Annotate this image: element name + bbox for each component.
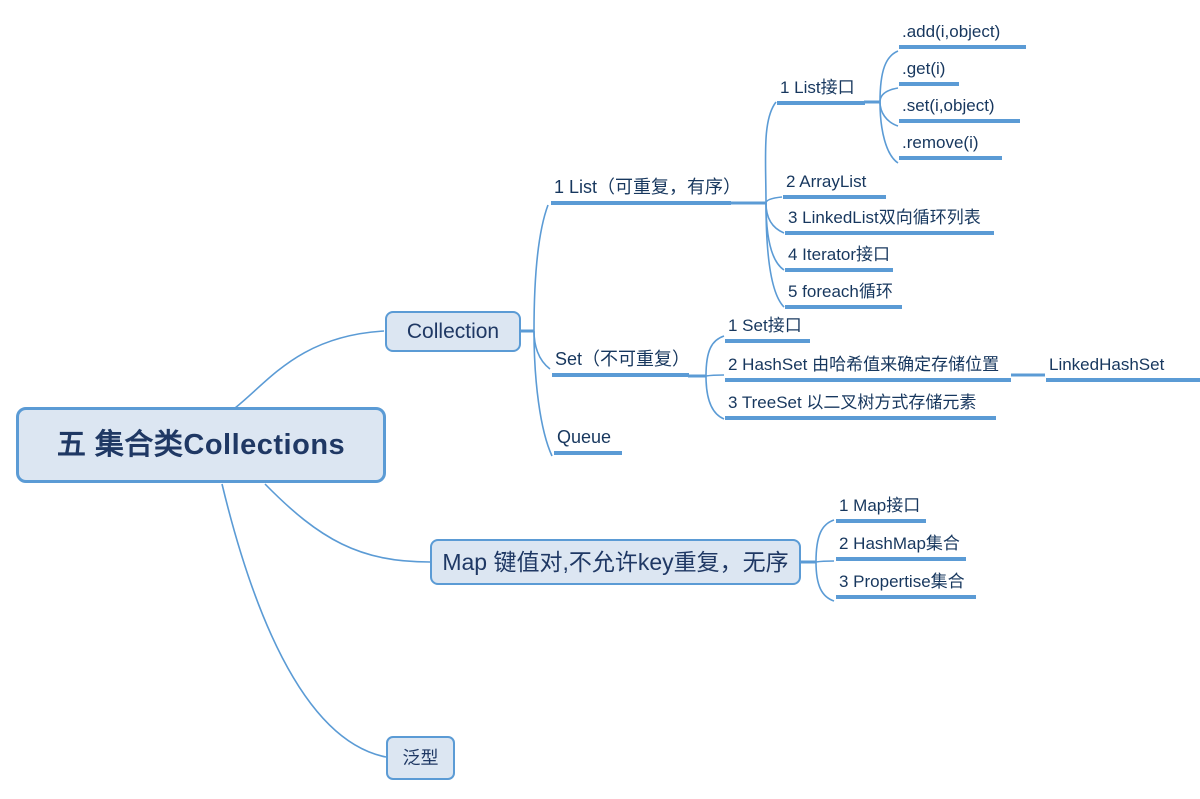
- node-generics-label: 泛型: [402, 748, 439, 768]
- node-set-interface[interactable]: 1 Set接口: [725, 317, 810, 343]
- node-foreach[interactable]: 5 foreach循环: [785, 283, 902, 309]
- node-method-remove[interactable]: .remove(i): [899, 134, 1002, 160]
- node-list[interactable]: 1 List（可重复，有序）: [551, 178, 741, 205]
- node-iterator[interactable]: 4 Iterator接口: [785, 246, 893, 272]
- link-list-interface: [764, 101, 777, 204]
- link-collection-set: [533, 330, 551, 370]
- node-generics[interactable]: 泛型: [386, 736, 455, 780]
- node-hashmap[interactable]: 2 HashMap集合: [836, 535, 966, 561]
- link-method-remove: [879, 101, 899, 164]
- link-map-hashmap: [815, 560, 835, 563]
- link-list-foreach: [765, 202, 785, 308]
- link-collection-queue: [533, 330, 553, 457]
- link-method-get: [879, 87, 899, 103]
- node-method-get[interactable]: .get(i): [899, 60, 959, 86]
- link-map-interface: [815, 519, 835, 563]
- link-set-hashset: [705, 374, 725, 377]
- link-list-linkedlist: [765, 202, 785, 234]
- node-set[interactable]: Set（不可重复）: [552, 350, 690, 377]
- link-list-iterator: [765, 202, 785, 271]
- root-node[interactable]: 五 集合类Collections: [16, 407, 386, 483]
- node-map-label: Map 键值对,不允许key重复，无序: [442, 548, 789, 575]
- node-method-set[interactable]: .set(i,object): [899, 97, 1020, 123]
- node-list-interface[interactable]: 1 List接口: [777, 79, 865, 105]
- link-map-propertise: [815, 561, 835, 602]
- link-root-map: [264, 483, 431, 563]
- link-method-add: [879, 50, 899, 103]
- link-root-generics: [221, 483, 387, 758]
- mindmap-canvas: 五 集合类Collections Collection Map 键值对,不允许k…: [0, 0, 1200, 799]
- node-linkedlist[interactable]: 3 LinkedList双向循环列表: [785, 209, 994, 235]
- connector-lines: [221, 50, 1045, 758]
- node-treeset[interactable]: 3 TreeSet 以二叉树方式存储元素: [725, 394, 996, 420]
- node-propertise[interactable]: 3 Propertise集合: [836, 573, 976, 599]
- node-hashset[interactable]: 2 HashSet 由哈希值来确定存储位置: [725, 356, 1011, 382]
- root-node-label: 五 集合类Collections: [56, 428, 346, 461]
- node-map[interactable]: Map 键值对,不允许key重复，无序: [430, 539, 801, 585]
- link-collection-list: [533, 204, 549, 332]
- link-set-interface: [705, 335, 725, 377]
- node-method-add[interactable]: .add(i,object): [899, 23, 1026, 49]
- link-set-treeset: [705, 375, 725, 420]
- node-collection[interactable]: Collection: [385, 311, 521, 352]
- node-queue[interactable]: Queue: [554, 428, 622, 455]
- node-collection-label: Collection: [406, 320, 500, 343]
- node-linkedhashset[interactable]: LinkedHashSet: [1046, 356, 1200, 382]
- node-arraylist[interactable]: 2 ArrayList: [783, 173, 886, 199]
- link-list-arraylist: [765, 196, 783, 204]
- link-root-collection: [234, 330, 385, 409]
- node-map-interface[interactable]: 1 Map接口: [836, 497, 926, 523]
- link-method-set: [879, 101, 899, 127]
